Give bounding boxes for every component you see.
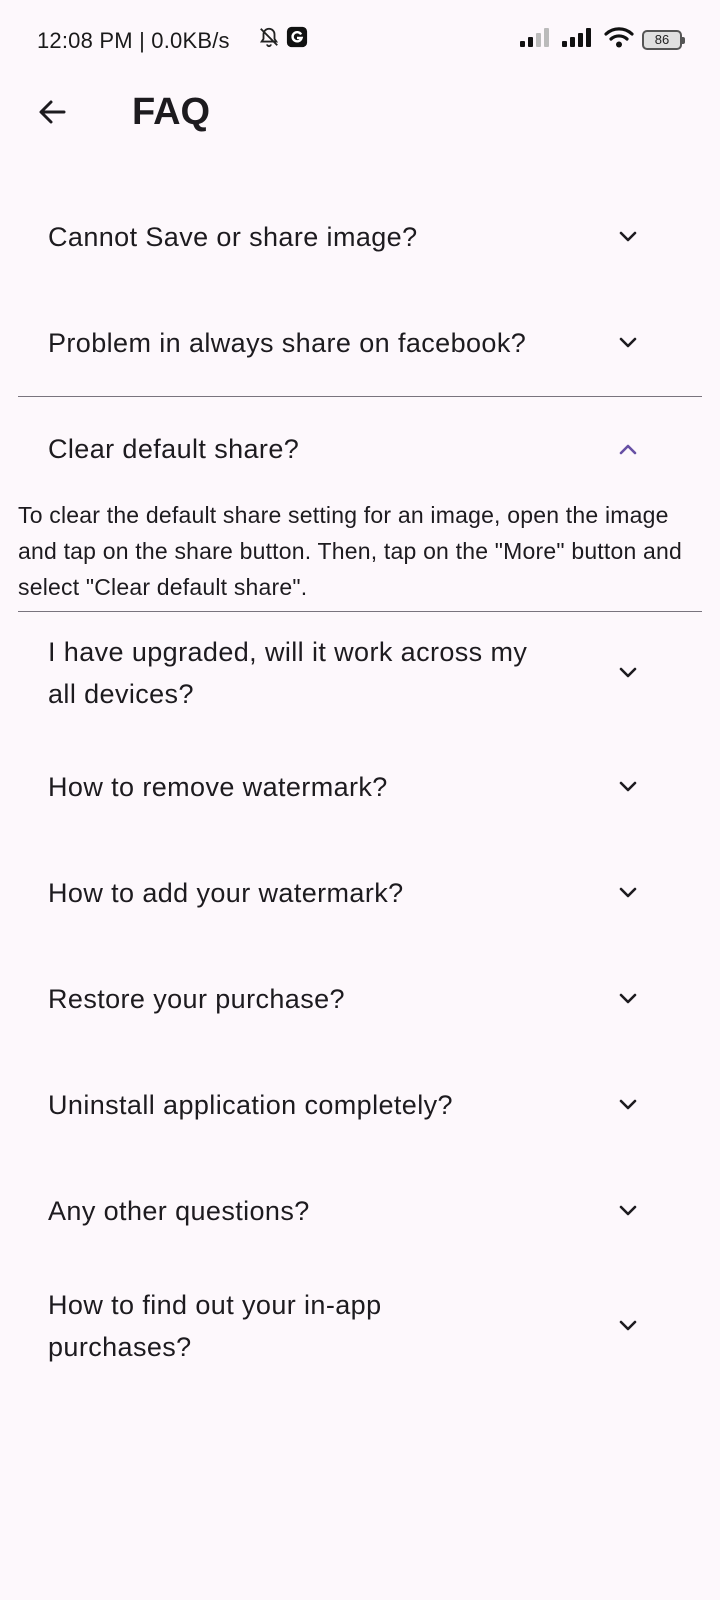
battery-icon: 86 [642,29,685,50]
faq-header[interactable]: Restore your purchase? [0,946,720,1052]
faq-item: Restore your purchase? [0,946,720,1052]
chevron-up-icon [619,444,637,455]
g-icon [286,26,308,53]
faq-item: How to find out your in-app purchases? [0,1264,720,1388]
chevron-down-icon [619,231,637,242]
faq-header[interactable]: Any other questions? [0,1158,720,1264]
chevron-down-icon [619,1320,637,1331]
page-title: FAQ [132,91,211,133]
faq-question: Problem in always share on facebook? [48,328,527,358]
faq-item: I have upgraded, will it work across my … [0,612,720,734]
faq-question: Clear default share? [48,434,300,464]
chevron-down-icon [619,337,637,348]
faq-question: How to add your watermark? [48,878,404,908]
status-left-icons [258,26,308,53]
faq-item: Any other questions? [0,1158,720,1264]
faq-question: How to remove watermark? [48,772,388,802]
faq-header[interactable]: I have upgraded, will it work across my … [0,612,720,734]
faq-question: Cannot Save or share image? [48,222,418,252]
chevron-down-icon [619,1205,637,1216]
chevron-down-icon [619,887,637,898]
chevron-down-icon [619,993,637,1004]
wifi-icon [604,26,634,53]
faq-header[interactable]: How to find out your in-app purchases? [0,1264,720,1388]
battery-level: 86 [654,32,670,47]
bell-off-icon [258,26,280,53]
chevron-down-icon [619,781,637,792]
faq-header[interactable]: Cannot Save or share image? [0,184,720,290]
faq-item: Uninstall application completely? [0,1052,720,1158]
back-button[interactable] [30,90,74,134]
faq-header[interactable]: How to remove watermark? [0,734,720,840]
faq-question: I have upgraded, will it work across my … [48,637,528,709]
app-bar: FAQ [0,84,720,184]
faq-item: Problem in always share on facebook? [0,290,720,396]
status-time: 12:08 PM | 0.0KB/s [37,28,230,53]
faq-item: Cannot Save or share image? [0,184,720,290]
faq-question: How to find out your in-app purchases? [48,1290,382,1362]
signal-icon-1 [520,27,554,52]
faq-list: Cannot Save or share image? Problem in a… [0,184,720,1388]
faq-question: Uninstall application completely? [48,1090,453,1120]
faq-header[interactable]: Clear default share? [0,397,720,501]
faq-question: Any other questions? [48,1196,310,1226]
faq-header[interactable]: How to add your watermark? [0,840,720,946]
faq-header[interactable]: Uninstall application completely? [0,1052,720,1158]
faq-item-expanded: Clear default share? To clear the defaul… [0,397,720,611]
chevron-down-icon [619,667,637,678]
faq-item: How to add your watermark? [0,840,720,946]
arrow-left-icon [39,100,66,124]
faq-question: Restore your purchase? [48,984,345,1014]
signal-icon-2 [562,27,596,52]
chevron-down-icon [619,1099,637,1110]
status-bar: 12:08 PM | 0.0KB/s 86 [0,0,720,84]
faq-item: How to remove watermark? [0,734,720,840]
status-right-icons: 86 [520,26,685,53]
faq-answer: To clear the default share setting for a… [18,502,683,600]
faq-header[interactable]: Problem in always share on facebook? [0,290,720,396]
